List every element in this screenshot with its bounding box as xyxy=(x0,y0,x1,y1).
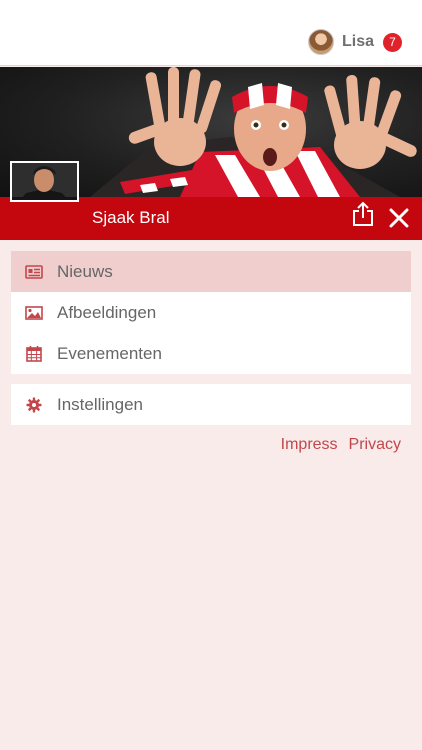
settings-menu: Instellingen xyxy=(11,384,411,425)
profile-avatar[interactable] xyxy=(10,161,79,202)
profile-name: Sjaak Bral xyxy=(92,208,170,227)
menu-item-label: Instellingen xyxy=(57,394,144,414)
top-bar: Lisa 7 xyxy=(0,0,422,66)
menu-item-afbeeldingen[interactable]: Afbeeldingen xyxy=(11,292,411,333)
newspaper-icon xyxy=(25,263,43,281)
menu-item-label: Nieuws xyxy=(57,261,113,281)
calendar-icon xyxy=(25,345,43,363)
impress-link[interactable]: Impress xyxy=(281,436,338,454)
gear-icon xyxy=(25,396,43,414)
main-menu: Nieuws Afbeeldingen Evenementen xyxy=(11,251,411,374)
close-button[interactable] xyxy=(389,208,409,228)
share-button[interactable] xyxy=(351,201,375,227)
notification-badge[interactable]: 7 xyxy=(383,32,402,52)
user-menu[interactable]: Lisa 7 xyxy=(307,29,402,55)
menu-item-evenementen[interactable]: Evenementen xyxy=(11,333,411,374)
close-icon xyxy=(389,208,409,228)
menu-item-label: Evenementen xyxy=(57,343,162,363)
footer-links: Impress Privacy xyxy=(281,436,401,454)
menu-item-instellingen[interactable]: Instellingen xyxy=(11,384,411,425)
image-icon xyxy=(25,304,43,322)
share-icon xyxy=(353,201,373,226)
privacy-link[interactable]: Privacy xyxy=(349,436,401,454)
user-avatar[interactable] xyxy=(307,29,334,55)
profile-avatar-frame-bottom xyxy=(10,197,79,202)
menu-item-label: Afbeeldingen xyxy=(57,302,157,322)
user-name[interactable]: Lisa xyxy=(342,33,374,51)
menu-item-nieuws[interactable]: Nieuws xyxy=(11,251,411,292)
